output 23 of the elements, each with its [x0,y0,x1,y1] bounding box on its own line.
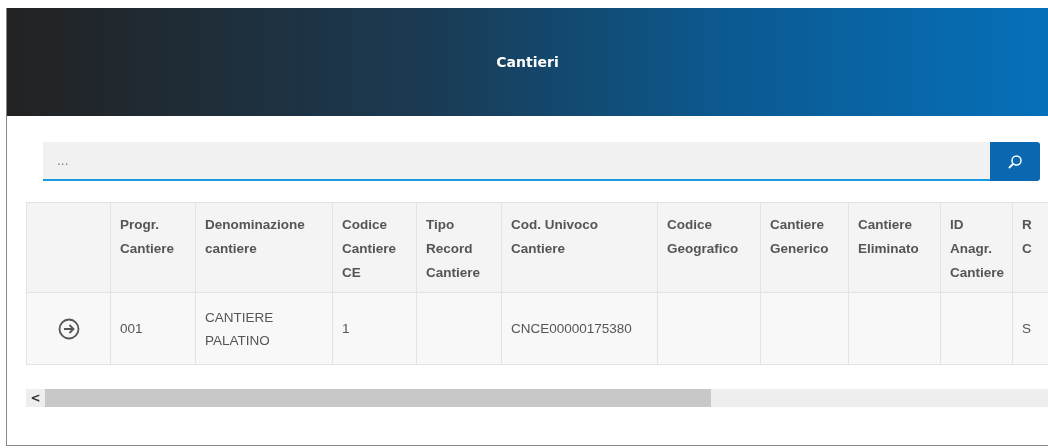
column-header: Cantiere Generico [770,217,829,256]
scroll-left-arrow[interactable]: < [26,391,45,405]
table-cell: 1 [342,321,350,336]
search-field[interactable]: ... [43,142,990,181]
table-cell: CANTIERE PALATINO [205,309,274,348]
column-header: Cod. Univoco Cantiere [511,217,598,256]
horizontal-scrollbar[interactable]: < [26,389,1048,407]
scrollbar-thumb[interactable] [45,389,711,407]
table-cell: CNCE00000175380 [511,321,632,336]
column-header: Cantiere Eliminato [858,217,919,256]
column-header: Progr. Cantiere [120,217,175,256]
column-header: Codice Cantiere CE [342,217,397,280]
column-header: Codice Geografico [667,217,739,256]
search-icon [1007,153,1023,170]
column-header: R C [1022,217,1032,256]
table-cell: 001 [120,321,143,336]
dialog-title: Cantieri [496,54,559,70]
search-button[interactable] [990,142,1040,181]
column-header: Denominazione cantiere [205,217,305,256]
table-cell: S [1022,321,1032,336]
column-header: Tipo Record Cantiere [426,217,481,280]
column-header: ID Anagr. Cantiere [950,217,1005,280]
arrow-circle-icon[interactable] [58,318,80,341]
